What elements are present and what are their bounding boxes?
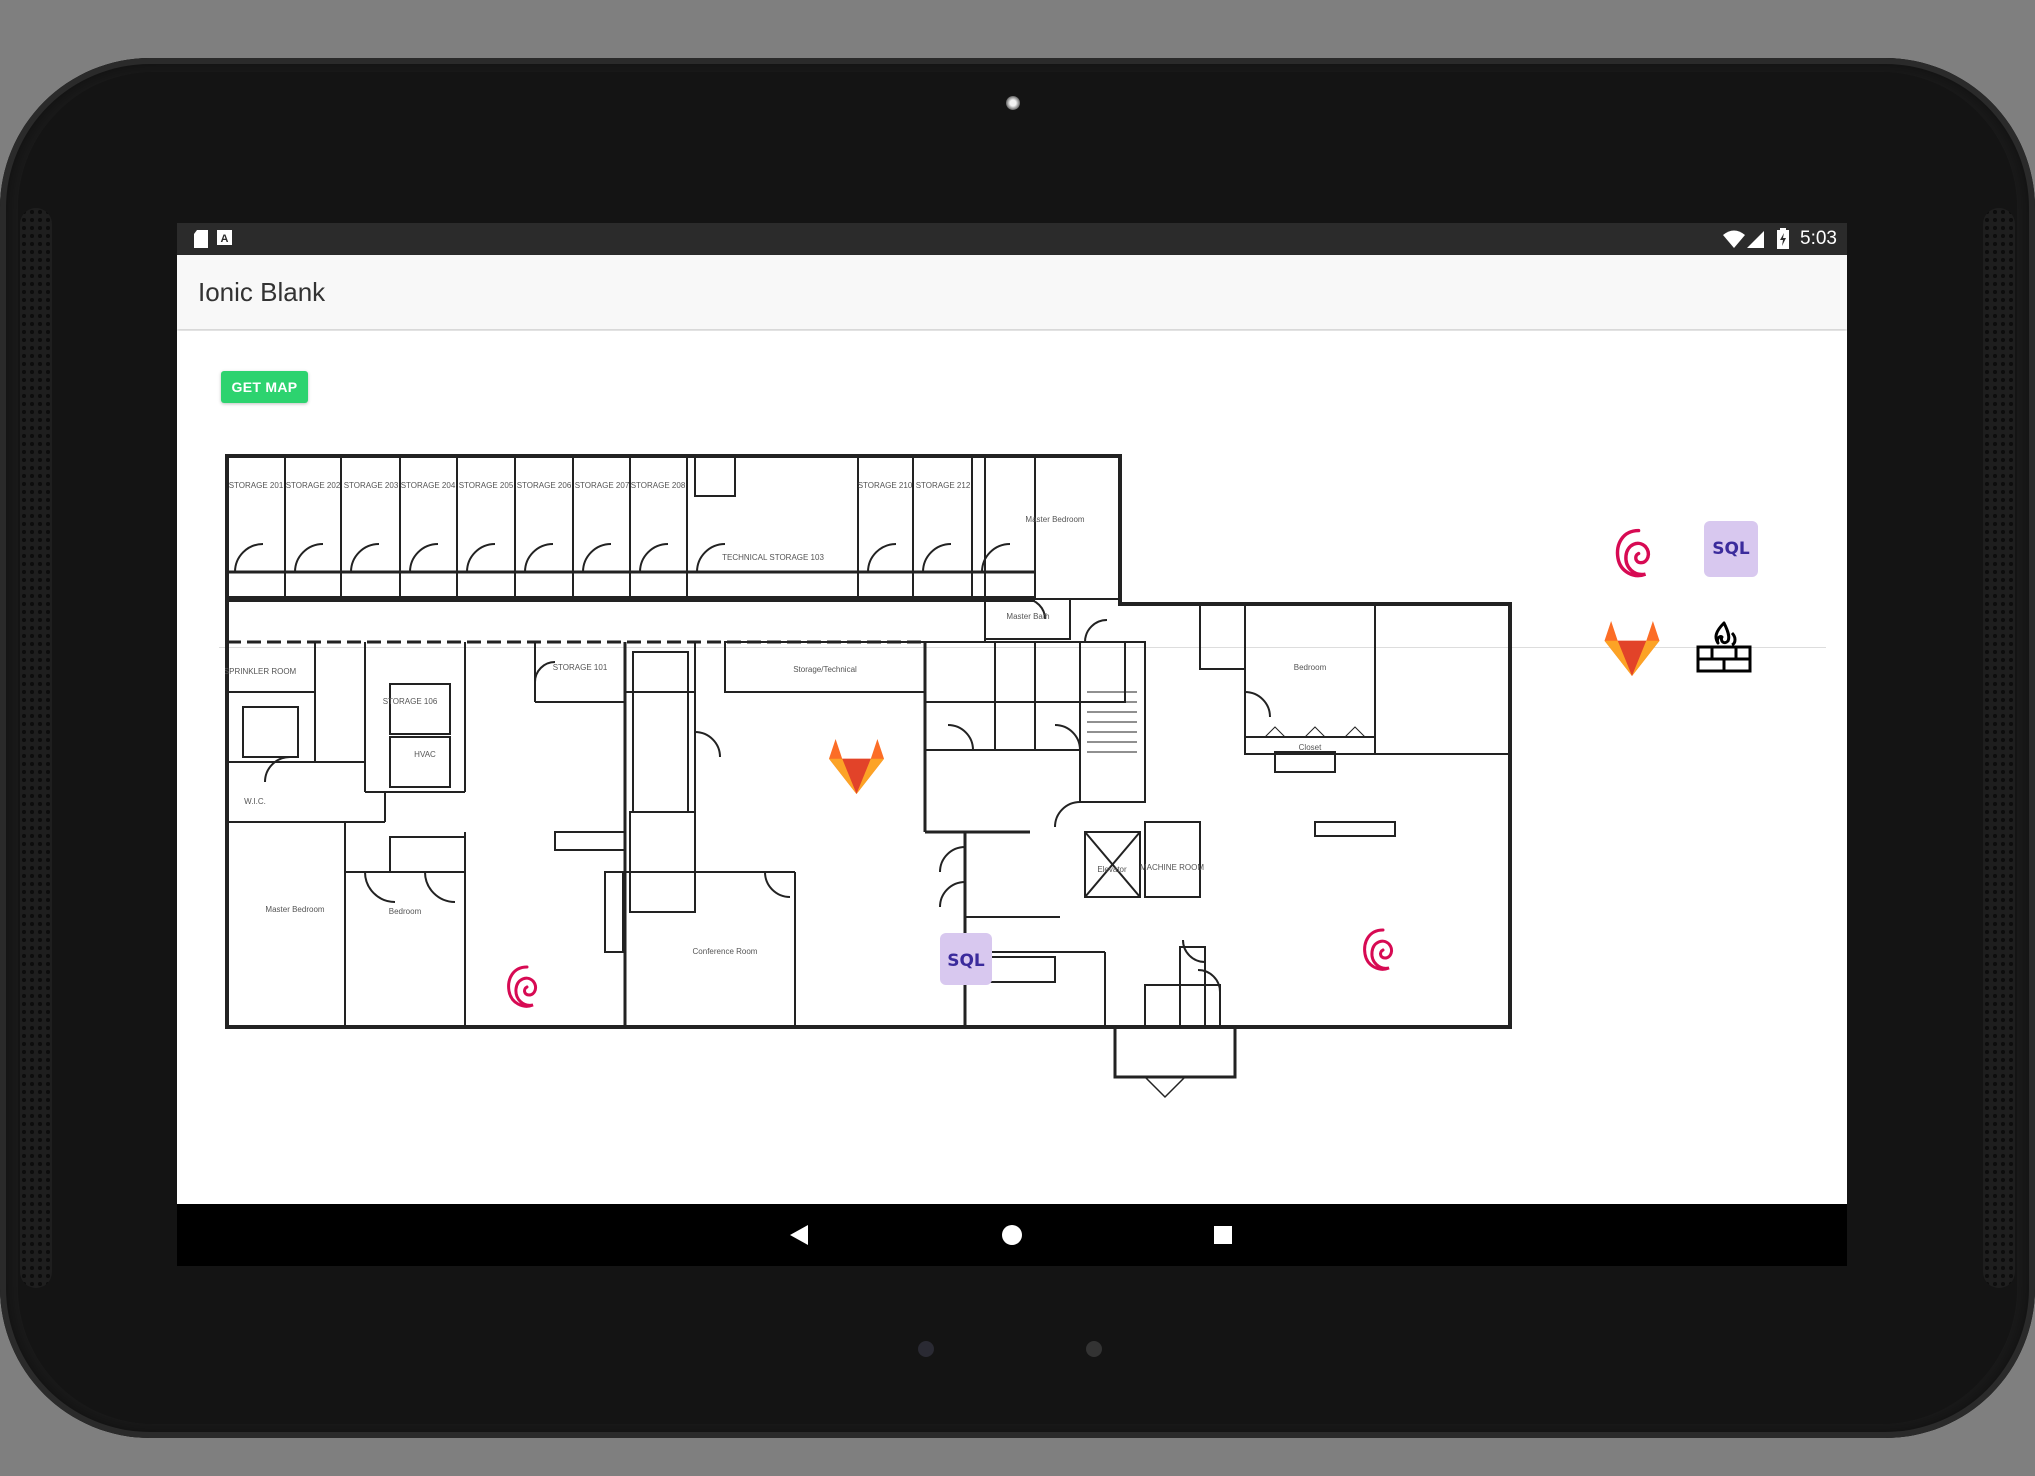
a-notification-icon: A [217,230,232,245]
left-speaker-grille [20,208,52,1288]
room-label: STORAGE 208 [631,481,686,490]
room-label: Master Bedroom [1025,515,1084,524]
room-label: STORAGE 210 [858,481,913,490]
room-label: Bedroom [1294,663,1327,672]
proximity-sensor [918,1341,934,1357]
back-button[interactable] [760,1204,840,1266]
right-speaker-grille [1983,208,2015,1288]
room-label: STORAGE 201 [229,481,284,490]
room-label: STORAGE 206 [517,481,572,490]
room-label: STORAGE 106 [383,697,438,706]
get-map-button[interactable]: GET MAP [221,371,308,403]
status-clock: 5:03 [1800,228,1837,249]
room-label: Closet [1299,743,1322,752]
home-icon [1002,1225,1022,1245]
tablet-screen: A 5:03 Ionic Blank GET MAP STORAGE 201 S… [177,223,1847,1266]
status-bar: A 5:03 [177,223,1847,255]
recents-icon [1214,1226,1232,1244]
debian-icon[interactable] [507,965,538,1008]
light-sensor [1086,1341,1102,1357]
room-label: Elevator [1097,865,1127,874]
recents-button[interactable] [1183,1204,1263,1266]
room-label: STORAGE 207 [575,481,630,490]
room-label: STORAGE 212 [916,481,971,490]
front-camera [1006,96,1020,110]
room-label: STORAGE 204 [401,481,456,490]
room-label: Master Bedroom [265,905,324,914]
room-label: W.I.C. [244,797,266,806]
legend-firewall-icon[interactable] [1694,619,1754,680]
cell-signal-icon [1747,231,1764,248]
room-label: MACHINE ROOM [1140,863,1204,872]
room-label: Master Bath [1006,612,1049,621]
room-label: Storage/Technical [793,665,857,674]
main-content: GET MAP STORAGE 201 STORAGE 202 STORAGE … [177,331,1847,1159]
room-label: Conference Room [693,947,758,956]
debian-icon[interactable] [1363,928,1394,971]
page-title: Ionic Blank [198,277,326,307]
sd-card-icon [194,230,208,248]
floor-plan-map[interactable]: STORAGE 201 STORAGE 202 STORAGE 203 STOR… [225,452,1525,1112]
home-button[interactable] [972,1204,1052,1266]
room-label: Bedroom [389,907,422,916]
gitlab-icon[interactable] [829,739,884,794]
room-label: HVAC [414,750,436,759]
wifi-icon [1723,230,1745,248]
back-icon [790,1225,808,1245]
legend-debian-icon[interactable] [1610,526,1658,586]
legend-sql-icon[interactable]: SQL [1704,521,1758,577]
room-label: STORAGE 202 [286,481,341,490]
battery-icon [1777,228,1789,249]
android-nav-bar [177,1204,1847,1266]
legend-gitlab-icon[interactable] [1602,621,1662,681]
app-header: Ionic Blank [177,255,1847,329]
svg-text:A: A [221,233,229,245]
room-label: SPRINKLER ROOM [225,667,297,676]
room-label: STORAGE 203 [344,481,399,490]
room-label: STORAGE 205 [459,481,514,490]
sql-icon[interactable]: SQL [940,933,992,985]
room-label: STORAGE 101 [553,663,608,672]
sql-icon-label: SQL [947,951,985,971]
room-label: TECHNICAL STORAGE 103 [722,553,824,562]
